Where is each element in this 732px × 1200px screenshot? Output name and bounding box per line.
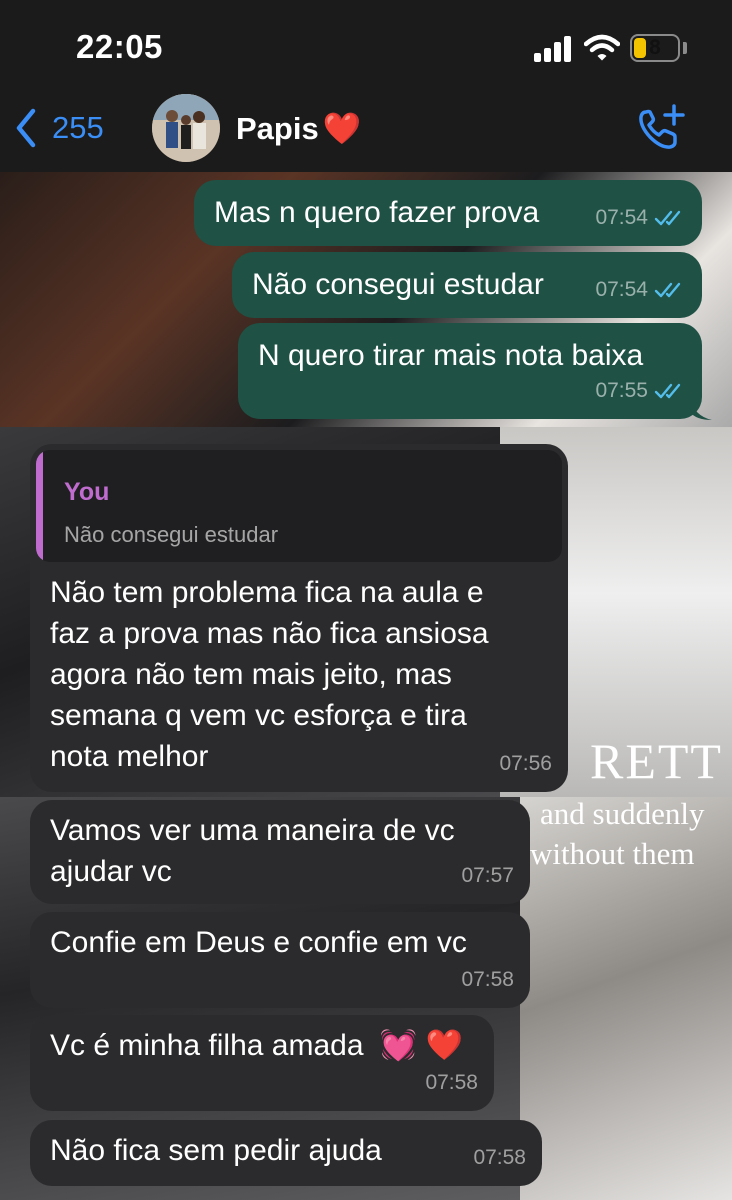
message-time: 07:57 xyxy=(461,864,514,887)
message-text: Confie em Deus e confie em vc xyxy=(50,926,467,959)
quoted-reply[interactable]: You Não consegui estudar xyxy=(36,450,562,562)
message-text: Não fica sem pedir ajuda xyxy=(50,1134,382,1167)
wallpaper-word: RETT xyxy=(590,733,723,789)
chevron-left-icon xyxy=(16,108,36,148)
message-text: Não consegui estudar xyxy=(252,268,544,301)
message-meta: 07:58 xyxy=(461,959,514,1000)
bubble-tail xyxy=(690,398,712,420)
message-meta: 07:57 xyxy=(461,855,514,896)
quoted-text: Não consegui estudar xyxy=(64,522,279,547)
message-text: Vamos ver uma maneira de vc ajudar vc xyxy=(50,814,455,888)
message-meta: 07:58 xyxy=(425,1062,478,1103)
message-text: N quero tirar mais nota baixa xyxy=(258,339,644,372)
message-meta: 07:55 xyxy=(595,370,686,411)
add-call-icon xyxy=(639,104,685,149)
message-text: Vc é minha filha amada 💓 ❤️ xyxy=(50,1029,463,1062)
battery-icon: 8 xyxy=(630,34,680,62)
chat-header: 22:05 8 255 Papis ❤️ xyxy=(0,0,732,172)
message-text: Não tem problema fica na aula e faz a pr… xyxy=(50,576,489,773)
quoted-author: You xyxy=(64,478,110,506)
wifi-icon xyxy=(583,34,621,62)
message-time: 07:58 xyxy=(425,1071,478,1094)
battery-level: 8 xyxy=(649,36,661,59)
status-time: 22:05 xyxy=(76,28,163,65)
message-time: 07:58 xyxy=(461,968,514,991)
cellular-signal-icon xyxy=(534,36,574,62)
incoming-message[interactable]: Vamos ver uma maneira de vc ajudar vc 07… xyxy=(30,800,530,904)
message-time: 07:56 xyxy=(499,752,552,775)
incoming-message[interactable]: Vc é minha filha amada 💓 ❤️ 07:58 xyxy=(30,1015,494,1111)
message-time: 07:58 xyxy=(473,1146,526,1169)
wallpaper-phrase-2: without them xyxy=(530,836,695,871)
outgoing-message[interactable]: Não consegui estudar 07:54 xyxy=(232,252,702,318)
message-text: Mas n quero fazer prova xyxy=(214,196,540,229)
contact-name[interactable]: Papis ❤️ xyxy=(236,110,361,147)
outgoing-message[interactable]: N quero tirar mais nota baixa 07:55 xyxy=(238,323,702,419)
contact-name-text: Papis xyxy=(236,110,319,146)
outgoing-message[interactable]: Mas n quero fazer prova 07:54 xyxy=(194,180,702,246)
incoming-message[interactable]: Não fica sem pedir ajuda 07:58 xyxy=(30,1120,542,1186)
back-button[interactable]: 255 xyxy=(14,108,104,148)
incoming-message[interactable]: You Não consegui estudar Não tem problem… xyxy=(30,444,568,792)
message-meta: 07:56 xyxy=(499,743,552,784)
contact-avatar[interactable] xyxy=(152,94,220,162)
red-heart-emoji: ❤️ xyxy=(322,111,362,146)
double-check-icon xyxy=(654,282,681,297)
wallpaper-phrase-1: and suddenly xyxy=(540,796,705,831)
message-time: 07:54 xyxy=(595,206,648,229)
message-meta: 07:54 xyxy=(595,197,686,238)
incoming-message[interactable]: Confie em Deus e confie em vc 07:58 xyxy=(30,912,530,1008)
message-time: 07:55 xyxy=(595,379,648,402)
double-check-icon xyxy=(654,210,681,225)
message-meta: 07:54 xyxy=(595,269,686,310)
heart-emojis: 💓 ❤️ xyxy=(379,1029,463,1062)
unread-count: 255 xyxy=(52,110,104,145)
message-time: 07:54 xyxy=(595,278,648,301)
message-meta: 07:58 xyxy=(473,1137,526,1178)
add-call-button[interactable] xyxy=(636,104,686,152)
double-check-icon xyxy=(654,383,681,398)
chat-screen: RETT and suddenly without them 22:05 8 2… xyxy=(0,0,732,1200)
